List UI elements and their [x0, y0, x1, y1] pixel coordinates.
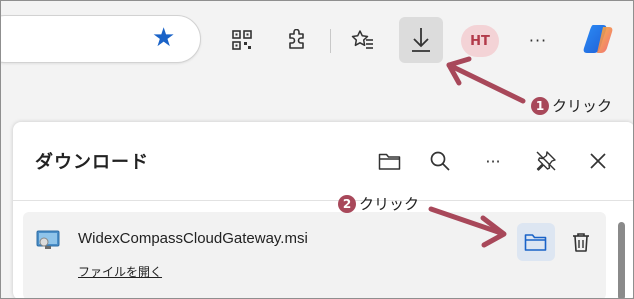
step2-text: クリック — [359, 195, 420, 213]
extensions-puzzle-icon[interactable] — [280, 23, 314, 57]
search-icon[interactable] — [425, 146, 455, 176]
download-item[interactable]: WidexCompassCloudGateway.msi ファイルを開く — [23, 212, 606, 298]
step1-callout: 1 クリック — [531, 95, 612, 116]
open-downloads-folder-icon[interactable] — [375, 146, 405, 176]
delete-button[interactable] — [562, 223, 600, 261]
qr-code-icon[interactable] — [225, 23, 259, 57]
settings-more-button[interactable]: ··· — [523, 25, 553, 55]
downloads-panel: ダウンロード ··· WidexCompassCloudGateway.msi … — [13, 122, 633, 298]
show-in-folder-button[interactable] — [517, 223, 555, 261]
profile-avatar[interactable]: HT — [461, 25, 499, 57]
trash-icon — [573, 233, 589, 252]
step1-text: クリック — [552, 97, 613, 115]
browser-window: ★ HT ··· 1 クリック ダウンロード ··· WidexCompassC… — [0, 0, 634, 299]
open-file-link[interactable]: ファイルを開く — [78, 263, 162, 280]
panel-title: ダウンロード — [35, 152, 149, 173]
close-icon[interactable] — [583, 146, 613, 176]
favorites-list-icon[interactable] — [346, 23, 380, 57]
downloads-button[interactable] — [399, 17, 443, 63]
copilot-icon[interactable] — [581, 21, 617, 57]
more-options-icon[interactable]: ··· — [478, 146, 508, 176]
toolbar-separator — [330, 29, 331, 53]
folder-icon — [524, 234, 547, 251]
download-arrow-icon — [412, 28, 430, 52]
download-filename: WidexCompassCloudGateway.msi — [78, 230, 308, 247]
installer-file-icon — [36, 229, 62, 251]
step2-callout: 2 クリック — [338, 193, 419, 214]
browser-toolbar: ★ HT ··· — [1, 1, 633, 75]
panel-divider — [13, 200, 633, 201]
step1-number: 1 — [531, 96, 549, 115]
step2-number: 2 — [338, 194, 356, 213]
unpin-icon[interactable] — [531, 146, 561, 176]
address-bar[interactable]: ★ — [1, 15, 201, 63]
scrollbar[interactable] — [618, 222, 625, 298]
favorite-star-icon[interactable]: ★ — [152, 25, 178, 51]
